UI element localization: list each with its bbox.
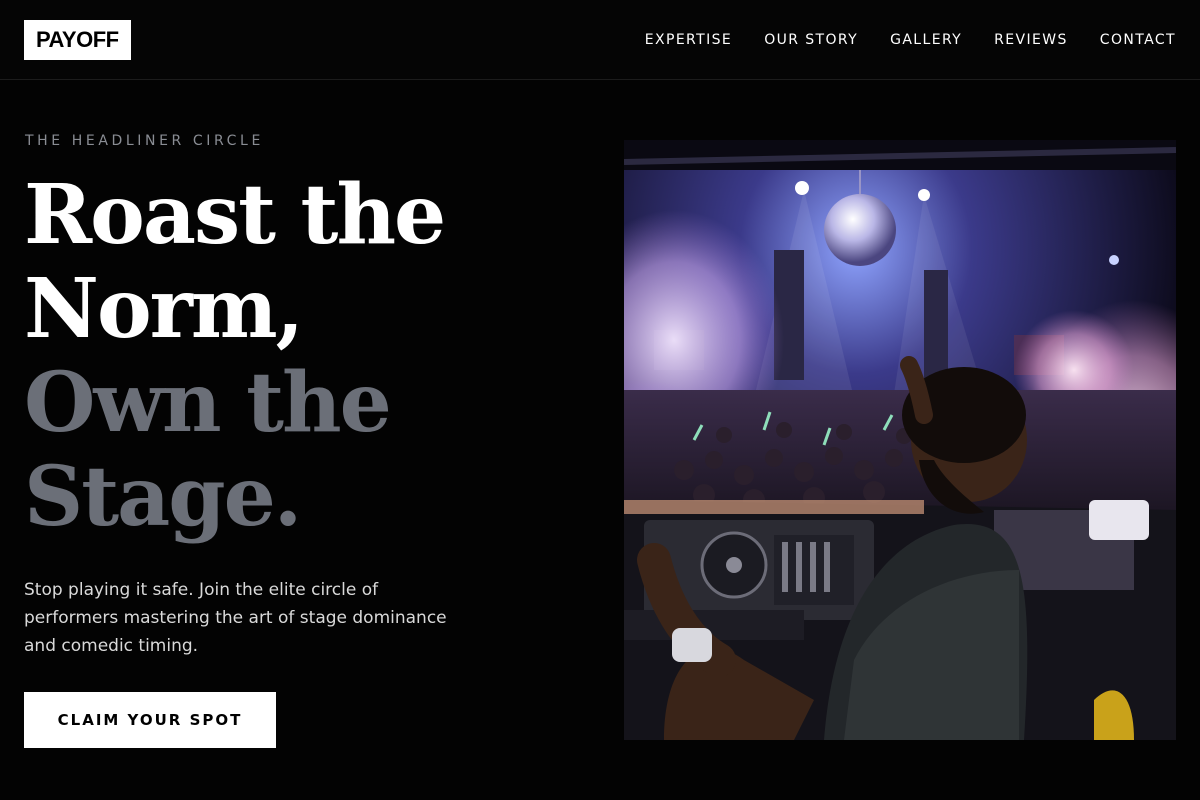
- headline-line-3: Own the: [24, 355, 392, 451]
- site-header: PAYOFF EXPERTISE OUR STORY GALLERY REVIE…: [0, 0, 1200, 80]
- logo[interactable]: PAYOFF: [24, 20, 131, 60]
- claim-spot-button[interactable]: CLAIM YOUR SPOT: [24, 692, 276, 748]
- hero-subtext: Stop playing it safe. Join the elite cir…: [24, 580, 447, 656]
- headline-line-2: Norm,: [24, 261, 304, 357]
- headline-line-1: Roast the: [24, 167, 446, 263]
- main-nav: EXPERTISE OUR STORY GALLERY REVIEWS CONT…: [645, 0, 1176, 80]
- hero-eyebrow: THE HEADLINER CIRCLE: [25, 133, 264, 149]
- dj-crowd-image: [624, 140, 1176, 740]
- hero-headline: Roast the Norm, Own the Stage.: [24, 168, 584, 544]
- headline-line-4: Stage.: [24, 449, 302, 545]
- hero-photo: [624, 140, 1176, 740]
- nav-link-expertise[interactable]: EXPERTISE: [645, 32, 732, 48]
- nav-link-our-story[interactable]: OUR STORY: [764, 32, 858, 48]
- nav-link-gallery[interactable]: GALLERY: [890, 32, 962, 48]
- nav-link-reviews[interactable]: REVIEWS: [994, 32, 1068, 48]
- nav-link-contact[interactable]: CONTACT: [1100, 32, 1176, 48]
